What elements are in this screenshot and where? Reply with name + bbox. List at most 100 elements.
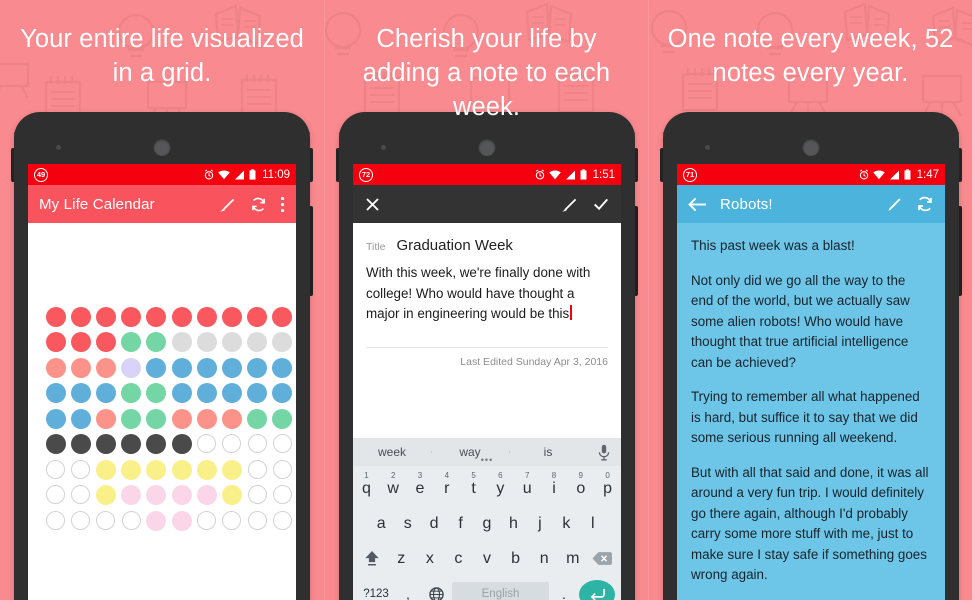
grid-dot-empty[interactable] — [247, 434, 267, 453]
grid-dot-empty[interactable] — [247, 510, 267, 530]
volume-button[interactable] — [11, 148, 14, 182]
spacebar-key[interactable]: English — [452, 582, 549, 600]
key-c[interactable]: c — [444, 550, 473, 568]
grid-dot-yellow[interactable] — [95, 459, 116, 480]
grid-dot-salmon[interactable] — [171, 408, 192, 429]
grid-dot-empty[interactable] — [222, 510, 242, 530]
grid-dot-empty[interactable] — [222, 434, 242, 453]
grid-dot-blue[interactable] — [196, 357, 217, 378]
language-key[interactable] — [423, 586, 449, 600]
grid-dot-empty[interactable] — [272, 434, 292, 453]
grid-dot-empty[interactable] — [197, 434, 217, 453]
suggestion-chip[interactable]: week — [353, 445, 431, 459]
key-b[interactable]: b — [501, 550, 530, 568]
volume-rocker[interactable] — [310, 206, 313, 296]
key-m[interactable]: m — [558, 550, 587, 568]
grid-dot-salmon[interactable] — [45, 357, 66, 378]
key-s[interactable]: s — [394, 515, 420, 533]
period-key[interactable]: . — [552, 586, 576, 600]
key-z[interactable]: z — [387, 550, 416, 568]
grid-dot-red[interactable] — [45, 332, 66, 352]
overflow-icon[interactable] — [280, 196, 285, 213]
grid-dot-blue[interactable] — [146, 357, 167, 378]
keyboard-row-qwerty[interactable]: 1q2w3e4r5t6y7u8i9o0p — [353, 466, 621, 506]
grid-dot-red[interactable] — [70, 306, 91, 327]
pencil-icon[interactable] — [887, 196, 903, 212]
grid-dot-red[interactable] — [221, 306, 242, 327]
grid-dot-empty[interactable] — [247, 459, 267, 479]
grid-dot-blue[interactable] — [221, 383, 242, 403]
key-d[interactable]: d — [421, 515, 447, 533]
key-v[interactable]: v — [473, 550, 502, 568]
close-icon[interactable] — [364, 196, 381, 213]
grid-dot-blue[interactable] — [221, 357, 242, 378]
grid-dot-empty[interactable] — [272, 485, 292, 504]
grid-dot-dark[interactable] — [121, 434, 142, 454]
grid-dot-grey[interactable] — [247, 332, 268, 352]
suggestion-chip[interactable]: is — [509, 445, 587, 459]
volume-rocker[interactable] — [635, 206, 638, 296]
key-g[interactable]: g — [474, 515, 500, 533]
grid-dot-empty[interactable] — [46, 485, 66, 504]
pencil-icon[interactable] — [562, 196, 579, 213]
power-button[interactable] — [959, 148, 962, 182]
key-q[interactable]: 1q — [353, 471, 380, 498]
grid-dot-green[interactable] — [121, 383, 142, 403]
grid-dot-red[interactable] — [272, 306, 293, 327]
key-p[interactable]: 0p — [594, 471, 621, 498]
grid-dot-salmon[interactable] — [95, 357, 116, 378]
grid-dot-blue[interactable] — [171, 357, 192, 378]
grid-dot-red[interactable] — [70, 332, 91, 352]
sync-icon[interactable] — [916, 195, 934, 213]
key-f[interactable]: f — [447, 515, 473, 533]
grid-dot-green[interactable] — [121, 408, 142, 429]
grid-dot-green[interactable] — [146, 332, 167, 352]
grid-dot-red[interactable] — [121, 306, 142, 327]
grid-dot-blue[interactable] — [171, 383, 192, 403]
grid-dot-dark[interactable] — [45, 434, 66, 454]
volume-rocker[interactable] — [959, 206, 962, 296]
grid-dot-dark[interactable] — [95, 434, 116, 454]
enter-icon[interactable] — [589, 587, 606, 600]
backspace-icon[interactable] — [592, 551, 613, 566]
grid-dot-salmon[interactable] — [221, 408, 242, 429]
title-input[interactable]: Graduation Week — [396, 237, 512, 254]
grid-dot-pink[interactable] — [121, 485, 142, 505]
grid-dot-salmon[interactable] — [70, 357, 91, 378]
grid-dot-blue[interactable] — [196, 383, 217, 403]
key-e[interactable]: 3e — [407, 471, 434, 498]
grid-dot-yellow[interactable] — [221, 459, 242, 480]
grid-dot-blue[interactable] — [247, 383, 268, 403]
grid-dot-dark[interactable] — [171, 434, 192, 454]
enter-key[interactable] — [579, 579, 615, 600]
grid-dot-blue[interactable] — [70, 408, 91, 429]
symbols-key[interactable]: ?123 — [359, 588, 393, 600]
note-title-row[interactable]: Title Graduation Week — [353, 223, 621, 257]
key-j[interactable]: j — [527, 515, 553, 533]
key-t[interactable]: 5t — [460, 471, 487, 498]
grid-dot-red[interactable] — [95, 306, 116, 327]
grid-dot-dark[interactable] — [70, 434, 91, 454]
grid-dot-red[interactable] — [171, 306, 192, 327]
grid-dot-red[interactable] — [196, 306, 217, 327]
back-button[interactable] — [688, 197, 707, 212]
grid-dot-yellow[interactable] — [196, 459, 217, 480]
grid-dot-empty[interactable] — [197, 510, 217, 530]
grid-dot-empty[interactable] — [272, 510, 292, 530]
grid-dot-pink[interactable] — [171, 510, 192, 531]
grid-dot-yellow[interactable] — [171, 459, 192, 480]
grid-dot-empty[interactable] — [71, 485, 91, 504]
comma-key[interactable]: , — [396, 586, 420, 600]
grid-dot-pink[interactable] — [146, 485, 167, 505]
microphone-icon[interactable] — [598, 444, 610, 461]
grid-dot-salmon[interactable] — [196, 408, 217, 429]
keyboard-row-zxcv[interactable]: zxcvbnm — [353, 541, 621, 576]
back-arrow-icon[interactable] — [688, 197, 707, 212]
grid-dot-blue[interactable] — [272, 383, 293, 403]
grid-dot-green[interactable] — [247, 408, 268, 429]
toolbar-nav[interactable] — [364, 196, 381, 213]
key-i[interactable]: 8i — [541, 471, 568, 498]
keyboard-row-bottom[interactable]: ?123 , English . — [353, 576, 621, 600]
check-icon[interactable] — [592, 195, 610, 213]
grid-dot-blue[interactable] — [70, 383, 91, 403]
